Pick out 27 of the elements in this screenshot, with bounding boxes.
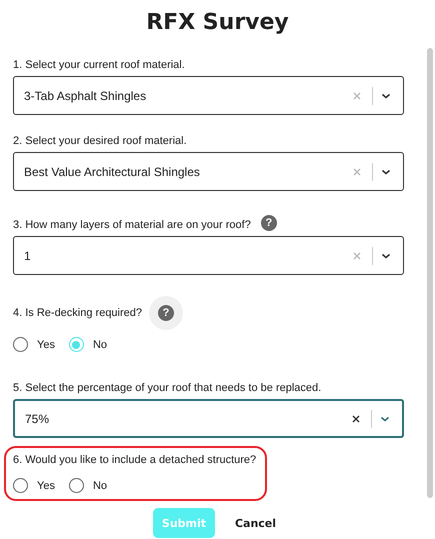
scrollbar[interactable] (427, 48, 433, 498)
select-field[interactable]: 3-Tab Asphalt Shingles (13, 76, 404, 115)
radio-button[interactable] (13, 337, 28, 352)
option-label[interactable]: No (92, 480, 108, 492)
chevron-down-icon[interactable] (381, 168, 391, 174)
question-label: 5. Select the percentage of your roof that needs to be replaced. (13, 382, 322, 394)
select-field[interactable]: 75% (13, 399, 404, 438)
help-icon[interactable]: ? (260, 215, 277, 231)
chevron-down-icon[interactable] (381, 252, 391, 258)
help-icon[interactable]: ? (158, 305, 174, 321)
cancel-button[interactable]: Cancel (228, 508, 282, 538)
chevron-down-icon[interactable] (381, 92, 391, 98)
radio-button[interactable] (13, 478, 28, 493)
question-label: 1. Select your current roof material. (13, 59, 185, 71)
question-label: 2. Select your desired roof material. (13, 135, 187, 147)
option-label[interactable]: No (92, 338, 108, 350)
select-field[interactable]: 1 (13, 236, 404, 275)
select-field[interactable]: Best Value Architectural Shingles (13, 152, 404, 191)
option-label[interactable]: Yes (37, 338, 55, 350)
clear-icon[interactable] (351, 414, 361, 424)
chevron-down-icon[interactable] (380, 416, 390, 422)
question-label: 6. Would you like to include a detached structure? (13, 454, 256, 466)
survey-title: RFX Survey (145, 9, 290, 37)
question-label: 3. How many layers of material are on your roof? (13, 219, 251, 231)
option-label[interactable]: Yes (37, 480, 55, 492)
question-label: 4. Is Re-decking required? (13, 307, 142, 319)
radio-button[interactable] (68, 478, 84, 493)
